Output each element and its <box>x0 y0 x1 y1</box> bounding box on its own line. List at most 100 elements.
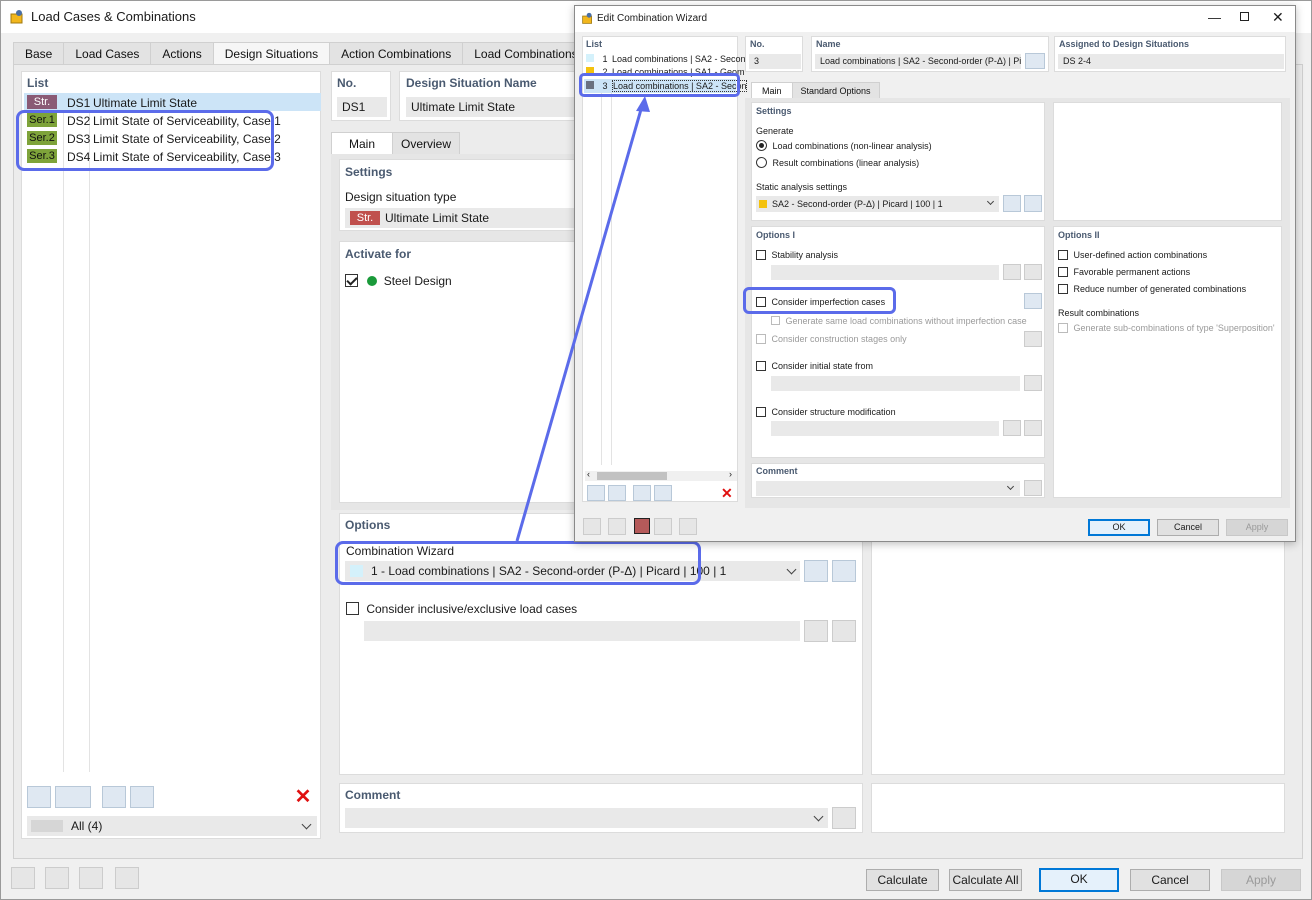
dialog-apply-button[interactable]: Apply <box>1226 519 1288 536</box>
calculate-button[interactable]: Calculate <box>866 869 939 891</box>
tab-actions[interactable]: Actions <box>150 42 214 64</box>
display-icon[interactable] <box>79 867 103 889</box>
edit-inclusive-icon[interactable] <box>832 620 856 642</box>
filter-select[interactable]: All (4) <box>27 816 317 836</box>
same-load-option[interactable]: Generate same load combinations without … <box>771 315 1027 326</box>
help-icon[interactable] <box>11 867 35 889</box>
minimize-icon[interactable]: — <box>1208 10 1221 25</box>
radio-result-combinations-input[interactable] <box>756 157 767 169</box>
display-icon[interactable] <box>654 518 672 535</box>
initial-state-option[interactable]: Consider initial state from <box>756 360 873 371</box>
initial-state-field[interactable] <box>771 376 1020 391</box>
edit-sa-icon[interactable] <box>1024 195 1042 212</box>
calculate-all-button[interactable]: Calculate All <box>949 869 1022 891</box>
comment-field[interactable] <box>345 808 828 828</box>
units-icon[interactable] <box>608 518 626 535</box>
ds-type-field[interactable]: Str. Ultimate Limit State <box>345 208 580 228</box>
new-wizard-icon[interactable] <box>587 485 605 501</box>
user-defined-checkbox[interactable] <box>1058 249 1068 260</box>
dialog-no-field[interactable]: 3 <box>749 54 801 69</box>
new-item-icon[interactable] <box>27 786 51 808</box>
renumber-icon[interactable] <box>130 786 154 808</box>
comment-library-icon[interactable] <box>832 807 856 829</box>
check-all-icon[interactable] <box>633 485 651 501</box>
structure-mod-field[interactable] <box>771 421 999 436</box>
static-analysis-select[interactable]: SA2 - Second-order (P-Δ) | Picard | 100 … <box>756 196 999 212</box>
help-icon[interactable] <box>583 518 601 535</box>
radio-load-combinations[interactable]: Load combinations (non-linear analysis) <box>756 140 932 152</box>
steel-design-option[interactable]: Steel Design <box>345 273 452 288</box>
cancel-button[interactable]: Cancel <box>1130 869 1210 891</box>
copy-item-icon[interactable] <box>55 786 91 808</box>
dialog-list-item[interactable]: 1 Load combinations | SA2 - Secon <box>586 54 745 64</box>
edit-structure-mod-icon[interactable] <box>1024 420 1042 436</box>
maximize-icon[interactable] <box>1240 12 1249 21</box>
formula-icon[interactable] <box>679 518 697 535</box>
user-defined-option[interactable]: User-defined action combinations <box>1058 249 1207 260</box>
tab-design-situations[interactable]: Design Situations <box>212 42 331 64</box>
same-load-checkbox[interactable] <box>771 316 780 326</box>
stability-checkbox[interactable] <box>756 249 766 260</box>
tab-overview[interactable]: Overview <box>392 132 461 154</box>
tab-load-cases[interactable]: Load Cases <box>63 42 152 64</box>
sub-combos-option[interactable]: Generate sub-combinations of type 'Super… <box>1058 322 1275 333</box>
list-item[interactable]: Str. DS1 Ultimate Limit State <box>24 93 321 111</box>
radio-load-combinations-input[interactable] <box>756 140 767 152</box>
new-stability-icon[interactable] <box>1003 264 1021 280</box>
ok-button[interactable]: OK <box>1039 868 1119 892</box>
copy-wizard-icon[interactable] <box>608 485 626 501</box>
horizontal-scrollbar[interactable]: ‹ › <box>585 469 737 481</box>
inclusive-checkbox[interactable] <box>346 602 359 616</box>
formula-icon[interactable] <box>115 867 139 889</box>
scroll-left-icon[interactable]: ‹ <box>587 469 590 479</box>
dialog-cancel-button[interactable]: Cancel <box>1157 519 1219 536</box>
dialog-tab-main[interactable]: Main <box>751 82 793 98</box>
units-icon[interactable] <box>45 867 69 889</box>
apply-button[interactable]: Apply <box>1221 869 1301 891</box>
initial-state-checkbox[interactable] <box>756 360 766 371</box>
dialog-ok-button[interactable]: OK <box>1088 519 1150 536</box>
reduce-checkbox[interactable] <box>1058 283 1068 294</box>
close-icon[interactable]: ✕ <box>1272 9 1284 26</box>
stability-field[interactable] <box>771 265 999 280</box>
new-wizard-icon[interactable] <box>804 560 828 582</box>
check-all-icon[interactable] <box>102 786 126 808</box>
new-inclusive-icon[interactable] <box>804 620 828 642</box>
dialog-name-field[interactable]: Load combinations | SA2 - Second-order (… <box>815 54 1021 69</box>
construction-option[interactable]: Consider construction stages only <box>756 333 907 344</box>
favorable-checkbox[interactable] <box>1058 266 1068 277</box>
delete-icon[interactable]: ✕ <box>292 786 314 808</box>
radio-result-combinations[interactable]: Result combinations (linear analysis) <box>756 157 919 169</box>
stability-option[interactable]: Stability analysis <box>756 249 838 260</box>
tab-action-combinations[interactable]: Action Combinations <box>329 42 464 64</box>
delete-icon[interactable]: ✕ <box>721 485 733 502</box>
reduce-option[interactable]: Reduce number of generated combinations <box>1058 283 1246 294</box>
dialog-assigned-field[interactable]: DS 2-4 <box>1058 54 1284 69</box>
edit-stability-icon[interactable] <box>1024 264 1042 280</box>
edit-name-icon[interactable] <box>1025 53 1045 69</box>
edit-construction-icon[interactable] <box>1024 331 1042 347</box>
edit-initial-state-icon[interactable] <box>1024 375 1042 391</box>
renumber-icon[interactable] <box>654 485 672 501</box>
structure-mod-option[interactable]: Consider structure modification <box>756 406 896 417</box>
construction-checkbox[interactable] <box>756 333 766 344</box>
dialog-comment-field[interactable] <box>756 481 1020 496</box>
steel-design-checkbox[interactable] <box>345 274 358 288</box>
structure-mod-checkbox[interactable] <box>756 406 766 417</box>
inclusive-option[interactable]: Consider inclusive/exclusive load cases <box>346 601 577 616</box>
new-structure-mod-icon[interactable] <box>1003 420 1021 436</box>
tab-main[interactable]: Main <box>331 132 394 154</box>
tab-load-combinations[interactable]: Load Combinations <box>462 42 590 64</box>
scroll-thumb[interactable] <box>597 472 667 480</box>
favorable-option[interactable]: Favorable permanent actions <box>1058 266 1190 277</box>
dialog-tab-standard-options[interactable]: Standard Options <box>791 82 880 98</box>
tab-base[interactable]: Base <box>13 42 65 64</box>
color-icon[interactable] <box>634 518 650 534</box>
name-field[interactable]: Ultimate Limit State <box>406 97 578 117</box>
inclusive-field[interactable] <box>364 621 800 641</box>
sub-combos-checkbox[interactable] <box>1058 322 1068 333</box>
no-field[interactable]: DS1 <box>337 97 387 117</box>
comment-library-icon[interactable] <box>1024 480 1042 496</box>
scroll-right-icon[interactable]: › <box>729 469 732 479</box>
new-sa-icon[interactable] <box>1003 195 1021 212</box>
